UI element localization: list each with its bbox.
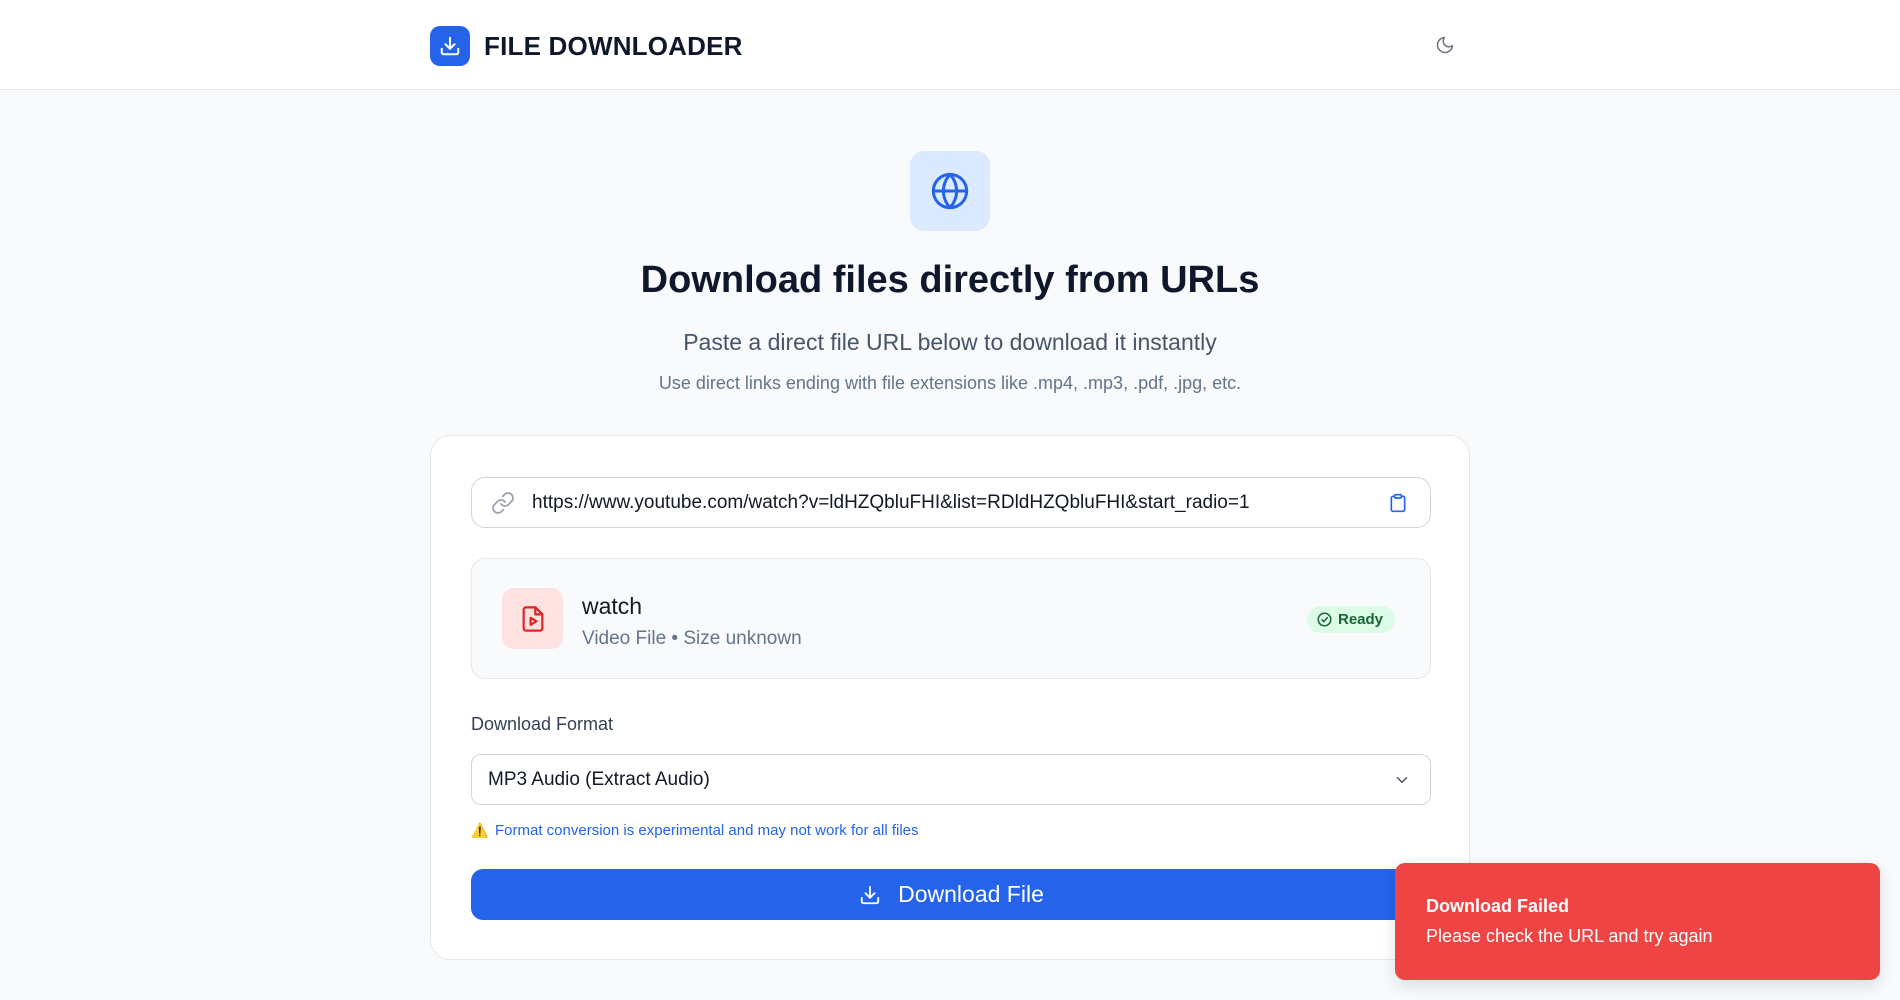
theme-toggle-button[interactable]	[1430, 30, 1460, 60]
status-label: Ready	[1338, 611, 1384, 628]
format-warning-text: Format conversion is experimental and ma…	[495, 822, 919, 839]
moon-icon	[1436, 36, 1454, 54]
globe-icon	[910, 151, 990, 231]
format-warning: ⚠️ Format conversion is experimental and…	[471, 822, 919, 839]
toast-title: Download Failed	[1426, 896, 1570, 916]
error-toast[interactable]: Download Failed Please check the URL and…	[1395, 863, 1880, 980]
file-info-panel: watch Video File • Size unknown Ready	[471, 558, 1431, 679]
check-circle-icon	[1317, 612, 1332, 627]
clipboard-icon	[1390, 493, 1406, 512]
paste-button[interactable]	[1382, 487, 1414, 519]
app-title: FILE DOWNLOADER	[484, 30, 743, 61]
download-icon	[858, 883, 882, 907]
page-title: Download files directly from URLs	[640, 259, 1260, 301]
file-meta: Video File • Size unknown	[582, 628, 802, 649]
link-icon	[490, 490, 516, 516]
chevron-down-icon	[1390, 768, 1414, 792]
format-label: Download Format	[471, 714, 614, 734]
format-selected-value: MP3 Audio (Extract Audio)	[488, 768, 710, 790]
page-subtitle: Paste a direct file URL below to downloa…	[683, 329, 1217, 355]
toast-message: Please check the URL and try again	[1426, 926, 1713, 946]
format-select[interactable]: MP3 Audio (Extract Audio)	[471, 754, 1431, 805]
file-video-icon	[502, 588, 563, 649]
page-hint: Use direct links ending with file extens…	[658, 373, 1242, 393]
status-badge: Ready	[1307, 606, 1396, 633]
download-button-label: Download File	[898, 881, 1044, 907]
download-card: watch Video File • Size unknown Ready Do…	[430, 435, 1470, 960]
warning-icon: ⚠️	[471, 822, 489, 838]
url-field	[471, 477, 1431, 528]
download-button[interactable]: Download File	[471, 869, 1431, 920]
brand: FILE DOWNLOADER	[430, 26, 743, 66]
file-name: watch	[582, 593, 643, 619]
url-input[interactable]	[532, 482, 1382, 523]
top-bar: FILE DOWNLOADER	[0, 0, 1900, 90]
download-icon	[430, 26, 470, 66]
